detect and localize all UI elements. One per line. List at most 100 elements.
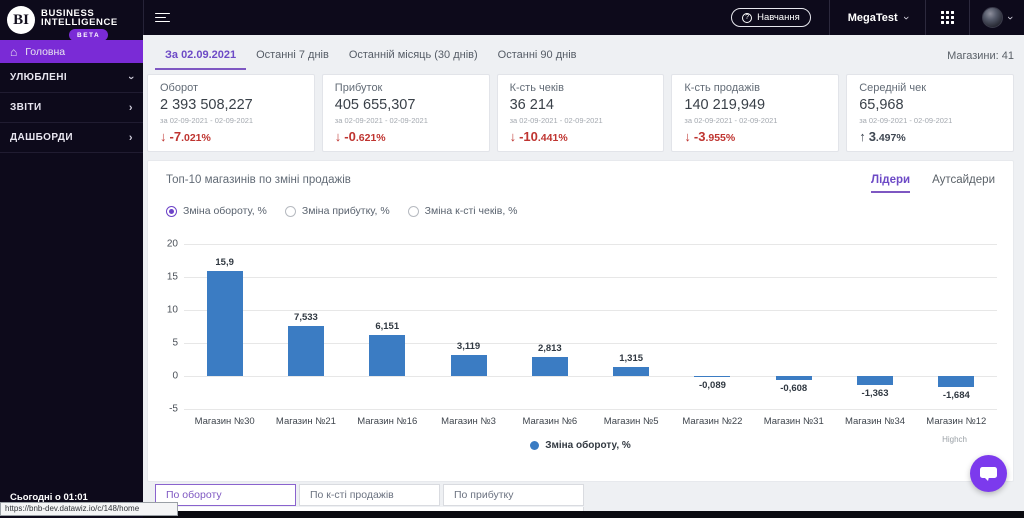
arrow-down-icon: ↓ xyxy=(684,129,691,144)
bar-column: 7,533 xyxy=(265,244,346,409)
bar-Магазин №21[interactable] xyxy=(287,326,324,376)
sidebar-nav: ⌂ Головна УЛЮБЛЕНІ › ЗВІТИ › ДАШБОРДИ › xyxy=(0,40,143,153)
bar-value-label: -1,363 xyxy=(861,387,889,399)
kpi-title: К-сть продажів xyxy=(684,82,760,94)
kpi-title: Оборот xyxy=(160,82,199,94)
chevron-right-icon: › xyxy=(128,131,133,144)
x-category-label: Магазин №16 xyxy=(357,416,418,427)
kpi-delta-frac: .621% xyxy=(355,132,386,144)
x-category-label: Магазин №3 xyxy=(441,416,496,427)
bar-Магазин №34[interactable] xyxy=(857,376,894,385)
bar-column: 1,315 xyxy=(590,244,671,409)
x-axis-labels: Магазин №30 Магазин №21 Магазин №16 Магазин… xyxy=(184,416,997,427)
kpi-delta-frac: .497% xyxy=(875,132,906,144)
arrow-up-icon: ↑ xyxy=(859,129,866,144)
stores-count: Магазини: 41 xyxy=(947,50,1014,62)
bar-Магазин №5[interactable] xyxy=(613,367,650,376)
kpi-delta: ↓ -7.021% xyxy=(160,129,302,144)
logo-text: BUSINESS INTELLIGENCE BETA xyxy=(41,6,118,41)
bar-value-label: 3,119 xyxy=(456,341,481,353)
bar-Магазин №30[interactable] xyxy=(206,271,243,376)
kpi-delta: ↓ -10.441% xyxy=(510,129,652,144)
bar-value-label: 7,533 xyxy=(294,312,318,324)
sidebar-item-label: Головна xyxy=(25,45,66,58)
period-tabs: За 02.09.2021 Останні 7 днів Останній міся… xyxy=(155,41,586,70)
chart-legend[interactable]: Зміна обороту, % xyxy=(148,440,1013,451)
app-logo[interactable]: BI BUSINESS INTELLIGENCE BETA xyxy=(0,0,143,41)
top10-chart-panel: Топ-10 магазинів по зміні продажів Лідер… xyxy=(147,160,1014,482)
menu-toggle-icon[interactable] xyxy=(155,10,170,25)
y-tick-label: 10 xyxy=(166,304,178,316)
chevron-down-icon: › xyxy=(1004,15,1017,20)
bottom-tab-1[interactable]: По к-сті продажів xyxy=(299,484,440,506)
status-url: https://bnb-dev.datawiz.io/c/148/home xyxy=(0,502,178,516)
kpi-card-3: К-сть продажів 140 219,949 за 02-09-2021 -… xyxy=(671,74,840,152)
bar-value-label: -0,608 xyxy=(780,383,808,394)
bi-logo-icon: BI xyxy=(7,6,35,34)
sidebar-item-home[interactable]: ⌂ Головна xyxy=(0,40,143,63)
kpi-period: за 02-09-2021 - 02-09-2021 xyxy=(859,116,953,125)
bar-Магазин №12[interactable] xyxy=(938,376,975,388)
bar-column: -1,684 xyxy=(916,244,997,409)
legend-marker-icon xyxy=(530,441,540,450)
metric-radio-0[interactable]: Зміна обороту, % xyxy=(166,205,267,217)
legend-label: Зміна обороту, % xyxy=(545,440,631,451)
kpi-delta-frac: .021% xyxy=(181,132,211,144)
chat-button[interactable] xyxy=(970,455,1007,492)
sidebar-item-label: ДАШБОРДИ xyxy=(10,132,73,143)
bar-column: -0,608 xyxy=(753,244,834,409)
bar-value-label: 2,813 xyxy=(537,343,562,355)
bar-columns: 15,9 7,533 6,151 3,119 2,813 1,315 -0,089 -0,60… xyxy=(184,244,997,409)
bottom-tab-2[interactable]: По прибутку xyxy=(443,484,584,506)
x-category-label: Магазин №12 xyxy=(926,416,987,427)
kpi-card-4: Середній чек 65,968 за 02-09-2021 - 02-09-… xyxy=(846,74,1014,152)
bar-Магазин №31[interactable] xyxy=(775,376,812,380)
bar-column: 6,151 xyxy=(347,244,428,409)
training-button[interactable]: ? Навчання xyxy=(731,8,811,27)
leaders-tab-1[interactable]: Аутсайдери xyxy=(932,174,995,193)
metric-radio-1[interactable]: Зміна прибутку, % xyxy=(284,205,390,217)
sidebar-item-3[interactable]: ДАШБОРДИ › xyxy=(0,123,143,153)
radio-icon xyxy=(407,205,419,217)
kpi-value: 405 655,307 xyxy=(334,97,416,113)
sidebar-item-label: ЗВІТИ xyxy=(10,102,42,113)
sidebar-item-2[interactable]: ЗВІТИ › xyxy=(0,93,143,123)
period-tab-2[interactable]: Останній місяць (30 днів) xyxy=(339,41,488,70)
y-tick-label: 20 xyxy=(166,238,178,250)
main-content: За 02.09.2021 Останні 7 днів Останній міся… xyxy=(143,35,1024,518)
kpi-period: за 02-09-2021 - 02-09-2021 xyxy=(684,116,778,125)
logo-line2: INTELLIGENCE xyxy=(41,17,118,28)
account-name: MegaTest xyxy=(847,11,898,24)
period-tab-0[interactable]: За 02.09.2021 xyxy=(155,41,247,70)
kpi-period: за 02-09-2021 - 02-09-2021 xyxy=(509,116,603,125)
bar-Магазин №22[interactable] xyxy=(694,376,731,377)
period-tab-1[interactable]: Останні 7 днів xyxy=(246,41,339,70)
bar-Магазин №6[interactable] xyxy=(531,357,568,376)
x-category-label: Магазин №31 xyxy=(763,416,824,427)
sidebar-item-1[interactable]: УЛЮБЛЕНІ › xyxy=(0,63,143,93)
leaders-tab-0[interactable]: Лідери xyxy=(871,174,911,193)
period-tabs-row: За 02.09.2021 Останні 7 днів Останній міся… xyxy=(155,41,1014,70)
apps-grid-icon[interactable] xyxy=(926,11,969,24)
topbar: ? Навчання MegaTest › › xyxy=(143,0,1024,35)
user-menu[interactable]: › xyxy=(970,7,1024,28)
sidebar: BI BUSINESS INTELLIGENCE BETA ⌂ Головна УЛ… xyxy=(0,0,143,518)
radio-selected-icon xyxy=(166,205,177,217)
bar-Магазин №3[interactable] xyxy=(450,355,487,376)
kpi-delta-main: -3 xyxy=(693,129,706,144)
account-menu[interactable]: MegaTest › xyxy=(830,0,926,35)
bar-column: 2,813 xyxy=(509,244,590,409)
kpi-delta: ↑ 3.497% xyxy=(859,129,1001,144)
metric-radio-2[interactable]: Зміна к-сті чеків, % xyxy=(407,205,518,217)
kpi-period: за 02-09-2021 - 02-09-2021 xyxy=(160,116,254,125)
highcharts-watermark: Highch xyxy=(942,435,967,444)
arrow-down-icon: ↓ xyxy=(334,129,342,144)
chat-bubble-icon xyxy=(980,467,997,481)
bar-column: -1,363 xyxy=(834,244,915,409)
period-tab-3[interactable]: Останні 90 днів xyxy=(488,41,587,70)
kpi-card-0: Оборот 2 393 508,227 за 02-09-2021 - 02-09… xyxy=(147,74,315,152)
chart-header: Топ-10 магазинів по зміні продажів Лідер… xyxy=(148,161,1013,193)
x-category-label: Магазин №6 xyxy=(522,416,578,427)
app-root: BI BUSINESS INTELLIGENCE BETA ⌂ Головна УЛ… xyxy=(0,0,1024,518)
bar-Магазин №16[interactable] xyxy=(369,335,406,376)
